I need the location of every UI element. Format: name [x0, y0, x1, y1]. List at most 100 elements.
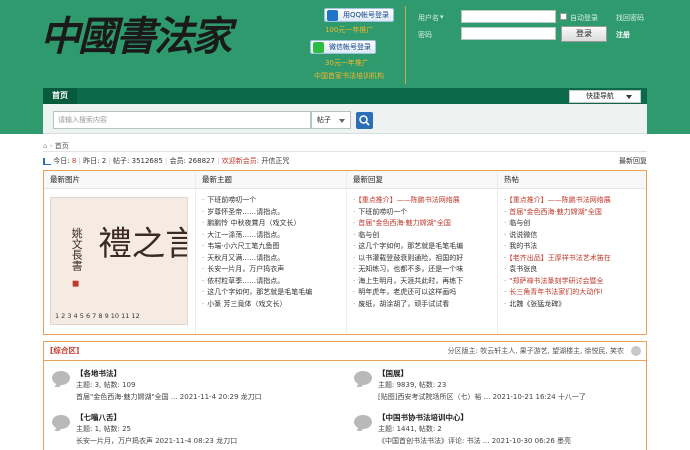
list-item[interactable]: 明年虎年，老虎还可以这样画吗	[353, 287, 497, 299]
forum-item[interactable]: 【七嗡八舌】 主题: 1, 帖数: 25 长安一片月，万户捣衣声 2021-11…	[44, 405, 344, 449]
forum-item[interactable]: 【各地书法】 主题: 3, 帖数: 109 首届"金色西海·魅力嫦湖"全国 ..…	[44, 361, 344, 405]
register-link[interactable]: 注册	[616, 30, 630, 40]
search-type-select[interactable]: 帖子	[311, 111, 351, 129]
list-item[interactable]: 长三角青年书法家们的大动作!	[504, 287, 646, 299]
forum-last-post[interactable]: 《中国首创书法书法》评论: 书法 ... 2021-10-30 06:26 墨亮	[378, 436, 571, 446]
list-item[interactable]: 鹏鹏怜 中秋夜賞月（戏文长）	[202, 218, 346, 230]
forum-bubble-icon	[354, 371, 372, 385]
latest-topics-list: 下班前唠叨一个 岁尊怀圣帝……请指点。 鹏鹏怜 中秋夜賞月（戏文长） 大江一涤荡…	[196, 189, 346, 310]
stats-posts-label: 帖子:	[113, 157, 130, 165]
forum-name[interactable]: 【七嗡八舌】	[76, 412, 121, 423]
latest-replies-list: 【重点推介】——陈鹏书法网络展下班前唠叨一个首届"金色西海·魅力嫦湖"全国临与创…	[347, 189, 497, 310]
breadcrumb: ⌂ › 首页	[43, 140, 647, 152]
login-button[interactable]: 登录	[561, 26, 607, 42]
search-input[interactable]: 请输入搜索内容	[53, 111, 311, 129]
forum-bubble-icon	[52, 371, 70, 385]
stats-new-member[interactable]: 开信正咒	[261, 157, 289, 165]
list-item[interactable]: 【重点推介】——陈鹏书法网络展	[353, 195, 497, 207]
list-item[interactable]: 岁尊怀圣帝……请指点。	[202, 207, 346, 219]
header-divider	[405, 6, 406, 84]
list-item[interactable]: 下班前唠叨一个	[353, 207, 497, 219]
list-item[interactable]: 袁书张良	[504, 264, 646, 276]
list-item[interactable]: 这几个字如何，那艺就是毛笔毛编	[202, 287, 346, 299]
stats-chart-icon	[43, 157, 51, 165]
forum-last-post[interactable]: 长安一片月，万户捣衣声 2021-11-4 08:23 龙刀口	[76, 436, 237, 446]
latest-replies-title: 最新回复	[347, 171, 497, 189]
qq-login-button[interactable]: 用QQ帐号登录	[324, 8, 395, 22]
list-item[interactable]: 【老齐出品】王厚祥书法艺术笛在	[504, 253, 646, 265]
stats-welcome-label: 欢迎新会员:	[221, 157, 260, 165]
list-item[interactable]: 以书灌载登鼓衰则通险，祖国的好	[353, 253, 497, 265]
chevron-down-icon[interactable]: ▾	[440, 13, 444, 21]
chevron-down-icon	[339, 119, 345, 123]
list-item[interactable]: 依村粒草季……请指点。	[202, 276, 346, 288]
calligraphy-image[interactable]: 禮之言 姚文長書 1 2 3 4 5 6 7 8 9 10 11 12	[50, 197, 188, 325]
list-item[interactable]: 这几个字如何，那艺就是毛笔毛编	[353, 241, 497, 253]
list-item[interactable]: 废纸，胡涂胡了，顽手试试看	[353, 299, 497, 311]
main-nav: 首页 快捷导航	[43, 88, 647, 104]
forum-last-post[interactable]: [贴图]西安考试院场所区（七）裕 ... 2021-10-21 16:24 十八…	[378, 392, 586, 402]
list-item[interactable]: 长安一片月，万户捣衣声	[202, 264, 346, 276]
search-button[interactable]	[356, 112, 373, 129]
forum-stats: 今日: 8 | 昨日: 2 | 帖子: 3512685 | 会员: 268827…	[43, 155, 647, 167]
list-item[interactable]: "郑萨禅书法篆刻学研讨会暨全	[504, 276, 646, 288]
section-header: [综合区] 分区版主: 牧云轩主人, 果子游艺, 望湖楼主, 徐悦民, 笑农	[43, 341, 647, 361]
list-item[interactable]: 临与创	[353, 230, 497, 242]
list-item[interactable]: 【重点推介】——陈鹏书法网络展	[504, 195, 646, 207]
password-field[interactable]	[461, 27, 556, 40]
latest-reply-link[interactable]: 最新回复	[619, 155, 647, 167]
auto-login-label: 自动登录	[570, 14, 598, 22]
stats-today-label: 今日:	[53, 157, 70, 165]
forum-last-post[interactable]: 首届"金色西海·魅力嫦湖"全国 ... 2021-11-4 20:29 龙刀口	[76, 392, 262, 402]
list-item[interactable]: 下班前唠叨一个	[202, 195, 346, 207]
auto-login-checkbox[interactable]	[560, 13, 567, 20]
forgot-password-link[interactable]: 找回密码	[616, 13, 644, 23]
breadcrumb-home[interactable]: 首页	[55, 142, 69, 150]
username-field[interactable]	[461, 10, 556, 23]
list-item[interactable]: 韦端·小六尺工笔九鱼图	[202, 241, 346, 253]
portal-grid: 最新图片 禮之言 姚文長書 1 2 3 4 5 6 7 8 9 10 11 12…	[43, 170, 647, 335]
stats-today: 8	[71, 157, 77, 165]
forum-bubble-icon	[52, 415, 70, 429]
forum-item[interactable]: 【中国书协书法培训中心】 主题: 1441, 帖数: 2 《中国首创书法书法》评…	[346, 405, 646, 449]
section-title[interactable]: [综合区]	[50, 342, 79, 360]
list-item[interactable]: 首届"金色西海·魅力嫦湖"全国	[504, 207, 646, 219]
forum-bubble-icon	[354, 415, 372, 429]
nav-home-tab[interactable]: 首页	[43, 88, 77, 104]
qq-icon	[327, 10, 338, 21]
wechat-login-label: 微信帐号登录	[329, 43, 371, 51]
qq-promo-text[interactable]: 100元一年推广	[325, 25, 373, 35]
home-icon[interactable]: ⌂	[43, 142, 47, 150]
wechat-icon	[313, 42, 324, 53]
search-icon	[359, 115, 370, 126]
wechat-promo-text[interactable]: 30元一年推广	[325, 58, 369, 68]
search-bar: 请输入搜索内容 帖子	[43, 104, 647, 134]
forum-name[interactable]: 【中国书协书法培训中心】	[378, 412, 468, 423]
wechat-promo-text-2[interactable]: 中国首家书法培训机构	[314, 71, 384, 81]
seal-side-text: 姚文長書	[70, 226, 83, 271]
forum-item[interactable]: 【国展】 主题: 9839, 帖数: 23 [贴图]西安考试院场所区（七）裕 .…	[346, 361, 646, 405]
site-logo[interactable]: 中國書法家	[40, 4, 232, 62]
quick-nav-dropdown[interactable]: 快捷导航	[569, 90, 641, 103]
chevron-down-icon	[626, 95, 632, 99]
list-item[interactable]: 北魏《张猛龙碑》	[504, 299, 646, 311]
list-item[interactable]: 临与创	[504, 218, 646, 230]
list-item[interactable]: 大江一涤荡……请指点。	[202, 230, 346, 242]
list-item[interactable]: 小篆 芳三竟体（戏文长）	[202, 299, 346, 311]
seal-number-row: 1 2 3 4 5 6 7 8 9 10 11 12	[55, 312, 140, 320]
username-label: 用户名	[418, 14, 439, 22]
hot-posts-column: 热帖 【重点推介】——陈鹏书法网络展首届"金色西海·魅力嫦湖"全国临与创说说微信…	[497, 171, 646, 334]
latest-images-title: 最新图片	[44, 171, 195, 189]
list-item[interactable]: 海上生明月，天涯共此时，再练下	[353, 276, 497, 288]
list-item[interactable]: 天秋月又满……请指点。	[202, 253, 346, 265]
forum-name[interactable]: 【各地书法】	[76, 368, 121, 379]
list-item[interactable]: 说说微信	[504, 230, 646, 242]
wechat-login-button[interactable]: 微信帐号登录	[310, 40, 376, 54]
list-item[interactable]: 我的书法	[504, 241, 646, 253]
stats-members: 268827	[188, 157, 215, 165]
list-item[interactable]: 无知练习，也都不多，还是一个味	[353, 264, 497, 276]
collapse-icon[interactable]	[631, 346, 641, 356]
forum-name[interactable]: 【国展】	[378, 368, 408, 379]
quick-nav-label: 快捷导航	[586, 92, 614, 100]
list-item[interactable]: 首届"金色西海·魅力嫦湖"全国	[353, 218, 497, 230]
